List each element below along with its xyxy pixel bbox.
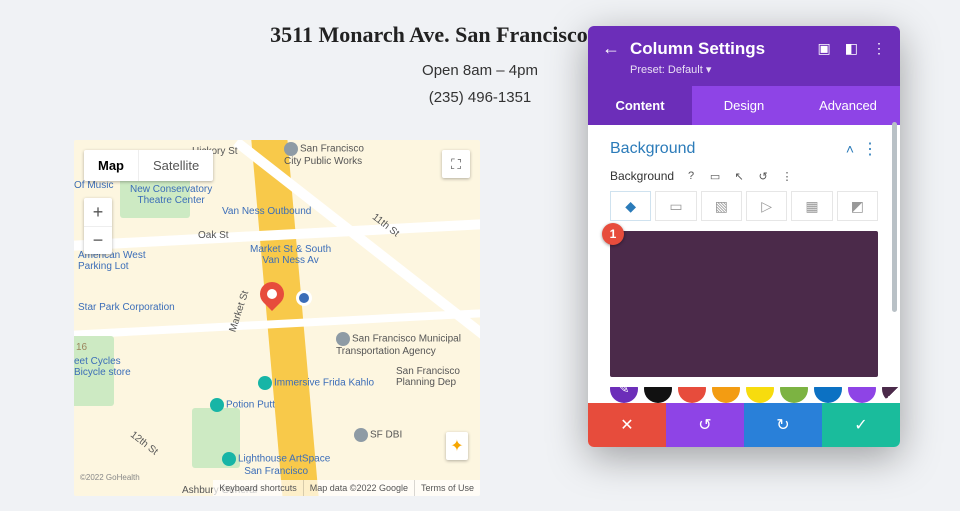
image-icon: ▧ bbox=[715, 198, 728, 215]
map-poi-ofmusic[interactable]: Of Music bbox=[74, 180, 113, 191]
expand-icon[interactable]: ▣ bbox=[818, 40, 831, 57]
map-canvas[interactable]: Hickory St Oak St 11th St 12th St Market… bbox=[74, 140, 480, 496]
map-poi-sfdbi[interactable]: SF DBI bbox=[354, 428, 402, 442]
map-embed[interactable]: Hickory St Oak St 11th St 12th St Market… bbox=[74, 140, 480, 496]
modal-header[interactable]: ← Column Settings ▣ ◧ ⋮ Preset: Default … bbox=[588, 26, 900, 86]
field-more-icon[interactable]: ⋮ bbox=[780, 169, 794, 183]
pattern-icon: ▦ bbox=[805, 198, 818, 215]
video-icon: ▷ bbox=[761, 198, 772, 215]
more-icon[interactable]: ⋮ bbox=[872, 40, 886, 57]
map-footer: Keyboard shortcuts Map data ©2022 Google… bbox=[213, 480, 480, 496]
map-pegman-icon[interactable]: ✦ bbox=[446, 432, 468, 460]
map-label-12th: 12th St bbox=[128, 429, 160, 457]
map-zoom-out[interactable]: − bbox=[84, 226, 112, 254]
section-background-header[interactable]: Background ˄ ⋮ bbox=[610, 139, 878, 159]
tab-content[interactable]: Content bbox=[588, 86, 692, 125]
cancel-button[interactable]: ✕ bbox=[588, 403, 666, 447]
map-type-satellite[interactable]: Satellite bbox=[138, 150, 213, 181]
map-poi-frida[interactable]: Immersive Frida Kahlo bbox=[258, 376, 374, 390]
section-more-icon[interactable]: ⋮ bbox=[862, 139, 878, 159]
map-poi-eetcycles[interactable]: eet Cycles Bicycle store bbox=[74, 356, 131, 378]
modal-body: Background ˄ ⋮ Background ? ▭ ↖ ↺ ⋮ ◆ ▭ … bbox=[588, 125, 900, 383]
check-icon: ✓ bbox=[854, 415, 867, 435]
swatch-red[interactable] bbox=[678, 387, 706, 403]
swatch-row-clip: ✎ bbox=[588, 387, 900, 403]
map-poi-vanness[interactable]: Van Ness Outbound bbox=[222, 206, 311, 217]
background-type-tabs: ◆ ▭ ▧ ▷ ▦ ◩ bbox=[610, 191, 878, 221]
map-attribution: ©2022 GoHealth bbox=[80, 472, 140, 483]
swatch-green[interactable] bbox=[780, 387, 808, 403]
close-icon: ✕ bbox=[620, 415, 633, 435]
tab-design[interactable]: Design bbox=[692, 86, 796, 125]
bg-tab-image[interactable]: ▧ bbox=[701, 191, 742, 221]
hover-icon[interactable]: ↖ bbox=[732, 169, 746, 183]
map-poi-marketsouth[interactable]: Market St & South Van Ness Av bbox=[250, 244, 331, 266]
modal-actions: ✕ ↺ ↻ ✓ bbox=[588, 403, 900, 447]
tab-advanced[interactable]: Advanced bbox=[796, 86, 900, 125]
route-101-shield-icon bbox=[296, 290, 312, 306]
modal-title: Column Settings bbox=[630, 39, 808, 59]
swatch-orange[interactable] bbox=[712, 387, 740, 403]
bg-tab-video[interactable]: ▷ bbox=[746, 191, 787, 221]
swatch-blue[interactable] bbox=[814, 387, 842, 403]
eyedropper-icon: ✎ bbox=[619, 387, 630, 397]
map-poi-lighthouse[interactable]: Lighthouse ArtSpace San Francisco bbox=[222, 452, 330, 477]
bg-tab-gradient[interactable]: ▭ bbox=[655, 191, 696, 221]
map-poi-public-works[interactable]: San Francisco City Public Works bbox=[284, 142, 364, 167]
swatch-transparent[interactable] bbox=[882, 387, 900, 403]
mask-icon: ◩ bbox=[851, 198, 864, 215]
bg-tab-pattern[interactable]: ▦ bbox=[791, 191, 832, 221]
reset-icon[interactable]: ↺ bbox=[756, 169, 770, 183]
map-fullscreen-button[interactable]: ⛶ bbox=[442, 150, 470, 178]
background-field-row: Background ? ▭ ↖ ↺ ⋮ bbox=[610, 169, 878, 183]
bg-tab-mask[interactable]: ◩ bbox=[837, 191, 878, 221]
map-zoom-in[interactable]: + bbox=[84, 198, 112, 226]
map-poi-planning[interactable]: San Francisco Planning Dep bbox=[396, 366, 460, 388]
gradient-icon: ▭ bbox=[669, 198, 682, 215]
swatch-black[interactable] bbox=[644, 387, 672, 403]
back-button[interactable]: ← bbox=[602, 38, 620, 59]
map-type-map[interactable]: Map bbox=[84, 150, 138, 181]
undo-button[interactable]: ↺ bbox=[666, 403, 744, 447]
swatch-yellow[interactable] bbox=[746, 387, 774, 403]
map-footer-data: Map data ©2022 Google bbox=[303, 480, 414, 496]
map-poi-sfmta[interactable]: San Francisco Municipal Transportation A… bbox=[336, 332, 461, 357]
background-field-label: Background bbox=[610, 169, 674, 183]
swatch-eyedropper[interactable]: ✎ bbox=[610, 387, 638, 403]
preset-dropdown[interactable]: Preset: Default ▾ bbox=[630, 63, 886, 76]
redo-button[interactable]: ↻ bbox=[744, 403, 822, 447]
bg-tab-color[interactable]: ◆ bbox=[610, 191, 651, 221]
map-poi-16: 16 bbox=[76, 342, 87, 353]
redo-icon: ↻ bbox=[776, 415, 789, 435]
modal-scrollbar[interactable] bbox=[892, 122, 897, 312]
chevron-up-icon[interactable]: ˄ bbox=[846, 141, 854, 157]
section-background-title: Background bbox=[610, 140, 695, 158]
help-icon[interactable]: ? bbox=[684, 169, 698, 183]
step-badge: 1 bbox=[602, 223, 624, 245]
map-footer-shortcuts[interactable]: Keyboard shortcuts bbox=[213, 480, 303, 496]
snap-icon[interactable]: ◧ bbox=[845, 40, 858, 57]
column-settings-modal: ← Column Settings ▣ ◧ ⋮ Preset: Default … bbox=[588, 26, 900, 447]
modal-tabs: Content Design Advanced bbox=[588, 86, 900, 125]
map-type-toggle: Map Satellite bbox=[84, 150, 213, 181]
swatch-purple[interactable] bbox=[848, 387, 876, 403]
map-footer-terms[interactable]: Terms of Use bbox=[414, 480, 480, 496]
undo-icon: ↺ bbox=[698, 415, 711, 435]
map-poi-potion[interactable]: Potion Putt bbox=[210, 398, 275, 412]
color-preview[interactable]: 1 bbox=[610, 231, 878, 377]
map-label-oak: Oak St bbox=[198, 230, 229, 241]
map-poi-starpark[interactable]: Star Park Corporation bbox=[78, 302, 175, 313]
map-zoom-control: + − bbox=[84, 198, 112, 254]
responsive-icon[interactable]: ▭ bbox=[708, 169, 722, 183]
save-button[interactable]: ✓ bbox=[822, 403, 900, 447]
paint-bucket-icon: ◆ bbox=[625, 198, 636, 215]
map-poi-conservatory[interactable]: New Conservatory Theatre Center bbox=[130, 184, 212, 206]
